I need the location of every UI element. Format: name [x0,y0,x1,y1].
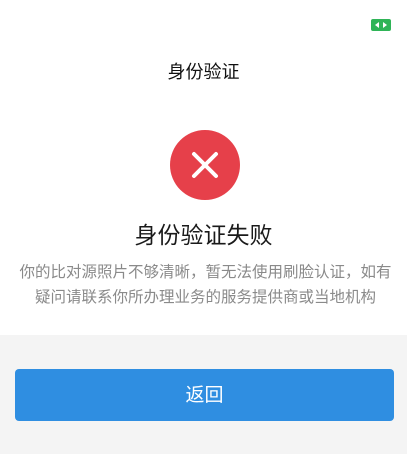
close-icon [170,130,240,200]
page-title: 身份验证 [167,62,240,83]
result-card: 身份验证 身份验证失败 你的比对源照片不够清晰，暂无法使用刷脸认证，如有疑问请联… [0,0,407,335]
result-title: 身份验证失败 [134,223,273,249]
battery-icon [371,19,391,31]
back-button[interactable]: 返回 [15,369,394,421]
result-message: 你的比对源照片不够清晰，暂无法使用刷脸认证，如有疑问请联系你所办理业务的服务提供… [19,263,392,306]
